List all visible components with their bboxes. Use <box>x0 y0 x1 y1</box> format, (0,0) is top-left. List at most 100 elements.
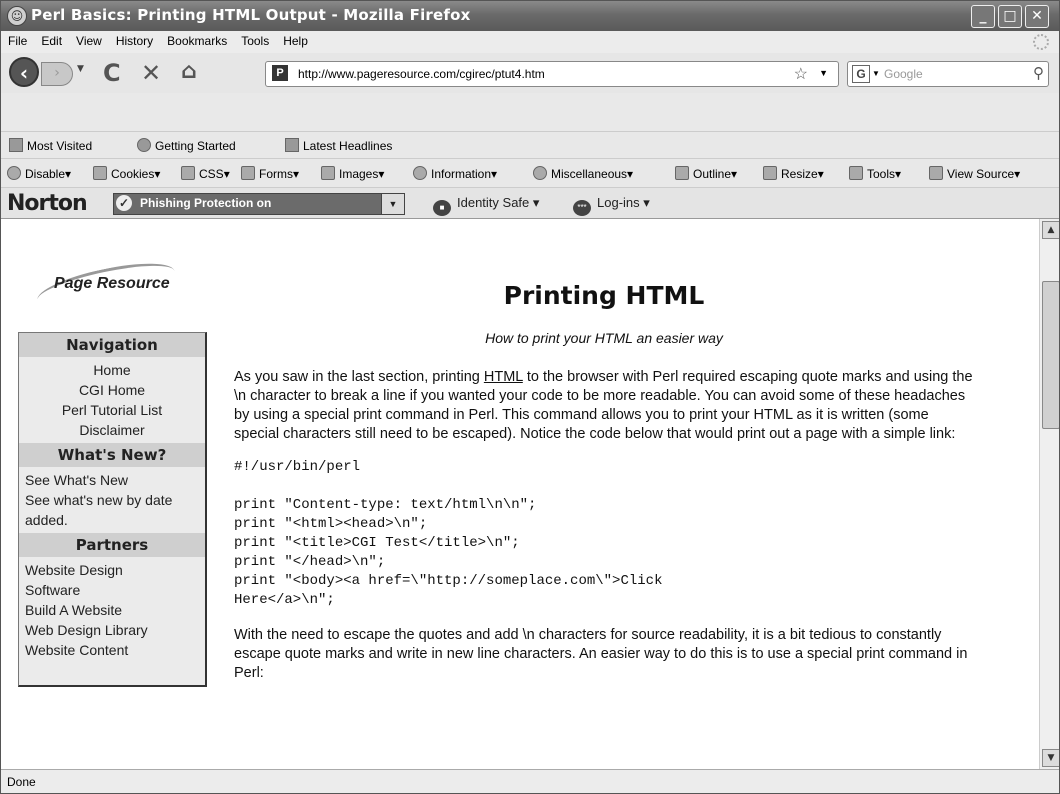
chevron-down-icon[interactable]: ▼ <box>381 194 404 214</box>
rss-icon <box>285 138 299 152</box>
sidebar-link-perl-tutorial-list[interactable]: Perl Tutorial List <box>19 400 205 420</box>
dev-information[interactable]: Information▾ <box>413 166 497 181</box>
html-link[interactable]: HTML <box>484 369 523 385</box>
bookmark-label: Most Visited <box>27 139 93 153</box>
bookmark-star-icon[interactable]: ☆ <box>794 64 808 84</box>
scroll-down-arrow-icon[interactable]: ▼ <box>1042 749 1059 767</box>
status-text: Done <box>7 775 36 789</box>
browser-window: ☺ Perl Basics: Printing HTML Output - Mo… <box>0 0 1060 794</box>
dev-label: CSS <box>199 167 224 181</box>
home-icon[interactable]: ⌂ <box>181 59 197 84</box>
sidebar-navigation-heading: Navigation <box>19 333 205 357</box>
menu-file[interactable]: File <box>1 31 34 48</box>
url-text[interactable]: http://www.pageresource.com/cgirec/ptut4… <box>298 67 545 81</box>
norton-toolbar: Norton ✓ Phishing Protection on ▼ ■ Ident… <box>1 187 1059 219</box>
bookmark-getting-started[interactable]: Getting Started <box>137 138 236 153</box>
sidebar: Navigation Home CGI Home Perl Tutorial L… <box>18 332 207 687</box>
sidebar-link-home[interactable]: Home <box>19 360 205 380</box>
search-engine-icon[interactable]: G <box>852 65 870 83</box>
history-dropdown-icon[interactable]: ▼ <box>77 64 84 74</box>
code-shebang: #!/usr/bin/perl <box>234 459 361 475</box>
password-icon: *** <box>573 200 591 216</box>
bookmarks-toolbar: Most Visited Getting Started Latest Head… <box>1 131 1059 158</box>
dev-outline[interactable]: Outline▾ <box>675 166 737 181</box>
menu-bar: File Edit View History Bookmarks Tools Help <box>1 31 1059 53</box>
url-dropdown-icon[interactable]: ▼ <box>819 68 828 78</box>
bookmark-most-visited[interactable]: Most Visited <box>9 138 92 153</box>
bookmark-latest-headlines[interactable]: Latest Headlines <box>285 138 392 153</box>
search-box[interactable]: G ▼ Google ⚲ <box>847 61 1049 87</box>
dev-view-source[interactable]: View Source▾ <box>929 166 1020 181</box>
menu-bookmarks[interactable]: Bookmarks <box>160 31 234 48</box>
sidebar-link-website-content[interactable]: Website Content <box>25 640 199 660</box>
miscellaneous-icon <box>533 166 547 180</box>
dev-disable[interactable]: Disable▾ <box>7 166 71 181</box>
status-bar: Done <box>1 769 1059 793</box>
menu-tools[interactable]: Tools <box>234 31 276 48</box>
phishing-label: Phishing Protection on <box>140 196 272 210</box>
sidebar-link-software[interactable]: Software <box>25 580 199 600</box>
dev-label: Disable <box>25 167 66 181</box>
check-icon: ✓ <box>116 195 132 211</box>
close-button[interactable]: ✕ <box>1025 5 1049 28</box>
minimize-button[interactable]: _ <box>971 5 995 28</box>
search-engine-dropdown-icon[interactable]: ▼ <box>872 69 880 78</box>
page-resource-logo[interactable]: Page Resource <box>34 254 206 317</box>
reload-icon[interactable]: C <box>103 59 121 87</box>
dev-forms[interactable]: Forms▾ <box>241 166 299 181</box>
dev-label: Cookies <box>111 167 155 181</box>
bookmark-label: Getting Started <box>155 139 236 153</box>
phishing-protection-dropdown[interactable]: ✓ Phishing Protection on ▼ <box>113 193 405 215</box>
identity-safe-button[interactable]: ■ Identity Safe ▾ <box>433 195 539 216</box>
dev-label: Miscellaneous <box>551 167 628 181</box>
dev-label: Outline <box>693 167 732 181</box>
maximize-button[interactable]: □ <box>998 5 1022 28</box>
images-icon <box>321 166 335 180</box>
scroll-up-arrow-icon[interactable]: ▲ <box>1042 221 1059 239</box>
second-paragraph: With the need to escape the quotes and a… <box>234 627 968 681</box>
forward-button[interactable]: › <box>41 62 73 86</box>
dev-cookies[interactable]: Cookies▾ <box>93 166 160 181</box>
sidebar-link-website-design[interactable]: Website Design <box>25 560 199 580</box>
sidebar-link-build-a-website[interactable]: Build A Website <box>25 600 199 620</box>
sidebar-whats-new-links: See What's New See what's new by date ad… <box>19 467 205 533</box>
cookies-icon <box>93 166 107 180</box>
sidebar-link-web-design-library[interactable]: Web Design Library <box>25 620 199 640</box>
stop-icon[interactable]: ✕ <box>141 59 161 87</box>
dev-label: Tools <box>867 167 896 181</box>
norton-logo: Norton <box>7 191 88 216</box>
menu-history[interactable]: History <box>109 31 160 48</box>
menu-view[interactable]: View <box>69 31 109 48</box>
firefox-logo-icon: ☺ <box>7 6 27 26</box>
vertical-scrollbar[interactable]: ▲ ▼ <box>1039 219 1059 769</box>
dev-miscellaneous[interactable]: Miscellaneous▾ <box>533 166 633 181</box>
page-title: Printing HTML <box>503 281 705 310</box>
throbber-icon <box>1033 34 1049 50</box>
log-ins-button[interactable]: *** Log-ins ▾ <box>573 195 650 216</box>
dev-images[interactable]: Images▾ <box>321 166 384 181</box>
dev-label: Information <box>431 167 492 181</box>
dev-tools[interactable]: Tools▾ <box>849 166 901 181</box>
most-visited-icon <box>9 138 23 152</box>
dev-label: Forms <box>259 167 293 181</box>
safe-icon: ■ <box>433 200 451 216</box>
sidebar-link-see-whats-new[interactable]: See What's New <box>25 470 199 490</box>
dev-label: View Source <box>947 167 1015 181</box>
view-source-icon <box>929 166 943 180</box>
dev-resize[interactable]: Resize▾ <box>763 166 824 181</box>
menu-edit[interactable]: Edit <box>34 31 69 48</box>
sidebar-link-disclaimer[interactable]: Disclaimer <box>19 420 205 440</box>
sidebar-link-cgi-home[interactable]: CGI Home <box>19 380 205 400</box>
sidebar-link-whats-new-by-date[interactable]: See what's new by date added. <box>25 490 199 530</box>
back-button[interactable]: ‹ <box>9 57 39 87</box>
search-icon[interactable]: ⚲ <box>1033 64 1044 82</box>
code-print-block: print "Content-type: text/html\n\n"; pri… <box>234 497 663 608</box>
getting-started-icon <box>137 138 151 152</box>
scrollbar-thumb[interactable] <box>1042 281 1059 429</box>
dev-css[interactable]: CSS▾ <box>181 166 230 181</box>
page-subtitle: How to print your HTML an easier way <box>485 330 723 346</box>
intro-text-a: As you saw in the last section, printing <box>234 369 484 385</box>
search-placeholder[interactable]: Google <box>884 67 923 81</box>
menu-help[interactable]: Help <box>276 31 315 48</box>
url-bar[interactable]: P http://www.pageresource.com/cgirec/ptu… <box>265 61 839 87</box>
